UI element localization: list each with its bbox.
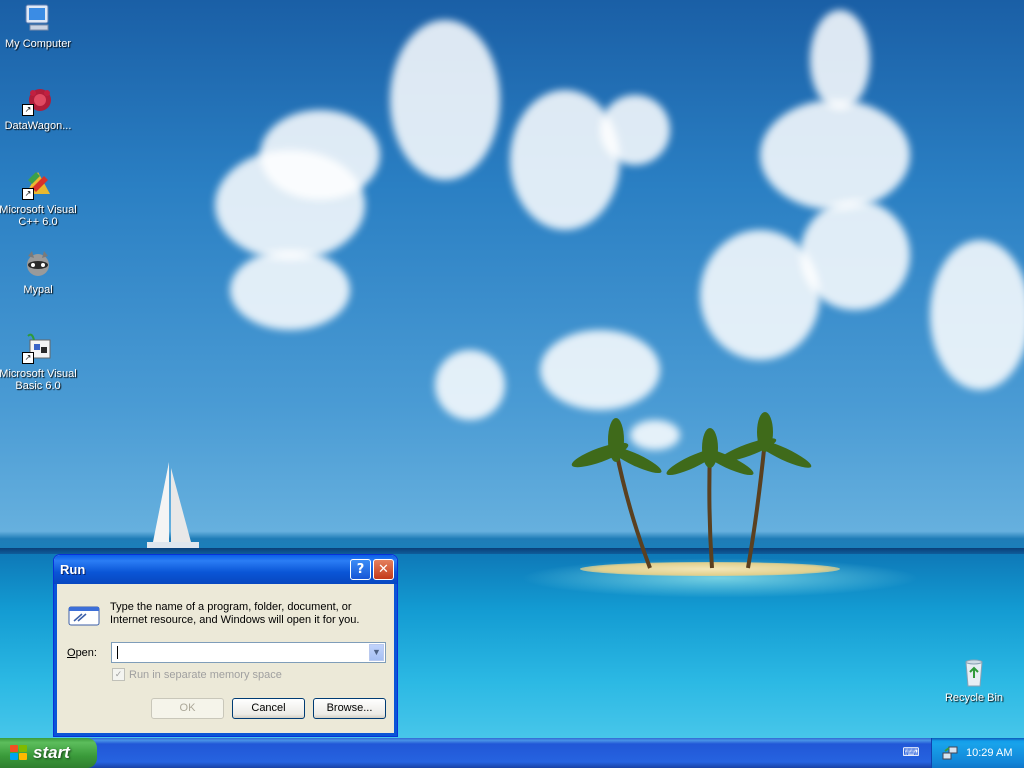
desktop-icon-mypal[interactable]: Mypal (0, 248, 78, 296)
palm-trees (571, 412, 812, 569)
open-label-accesskey: O (67, 647, 76, 659)
cloud (390, 20, 500, 180)
open-label-text: pen: (75, 647, 97, 659)
desktop-icon-my-computer[interactable]: My Computer (0, 2, 78, 50)
open-label: Open: (67, 647, 97, 659)
browse-button[interactable]: Browse... (313, 698, 386, 719)
desktop-icon-visual-basic[interactable]: ↗ Microsoft Visual Basic 6.0 (0, 332, 78, 392)
mypal-raccoon-icon (22, 248, 54, 280)
help-icon: ? (356, 562, 365, 577)
text-caret (117, 646, 118, 659)
network-tray-icon[interactable] (942, 745, 958, 761)
desktop-icon-label: Mypal (23, 284, 53, 296)
clock[interactable]: 10:29 AM (966, 738, 1012, 768)
cancel-button[interactable]: Cancel (232, 698, 305, 719)
cloud (540, 330, 660, 410)
start-label: start (33, 743, 70, 762)
shortcut-arrow-icon: ↗ (22, 104, 34, 116)
cloud (760, 100, 910, 210)
visual-cpp-icon: ↗ (22, 168, 54, 200)
checkbox-label: Run in separate memory space (129, 668, 282, 681)
cloud (800, 200, 910, 310)
run-description: Type the name of a program, folder, docu… (110, 601, 360, 626)
desktop-icon-visual-cpp[interactable]: ↗ Microsoft Visual C++ 6.0 (0, 168, 78, 228)
cloud (230, 250, 350, 330)
close-button[interactable]: ✕ (373, 559, 394, 580)
windows-logo-icon (10, 745, 28, 761)
my-computer-icon (22, 2, 54, 34)
shortcut-arrow-icon: ↗ (22, 188, 34, 200)
desktop-icon-datawagon[interactable]: ↗ DataWagon... (0, 84, 78, 132)
system-tray: 10:29 AM (931, 738, 1024, 768)
cloud (510, 90, 620, 230)
recycle-bin-icon (958, 656, 990, 688)
run-dialog-title: Run (60, 562, 86, 577)
run-dialog-title-bar[interactable]: Run ? ✕ (54, 555, 397, 584)
open-input[interactable] (112, 643, 370, 662)
desktop-icon-label-line2: Basic 6.0 (15, 380, 61, 392)
sailboat (147, 462, 199, 548)
visual-basic-icon: ↗ (22, 332, 54, 364)
run-dialog-body: Type the name of a program, folder, docu… (54, 584, 397, 736)
desktop-icon-label: DataWagon... (4, 120, 72, 132)
chevron-down-icon: ▼ (372, 647, 381, 657)
desktop-icon-label: Recycle Bin (944, 692, 1004, 704)
desktop-icon-recycle-bin[interactable]: Recycle Bin (934, 656, 1014, 704)
cloud (435, 350, 505, 420)
desktop-icon-label: My Computer (4, 38, 72, 50)
desktop-icon-label-line1: Microsoft Visual (0, 204, 77, 216)
close-icon: ✕ (378, 562, 389, 577)
ok-button[interactable]: OK (151, 698, 224, 719)
run-separate-memory-checkbox[interactable]: ✓ Run in separate memory space (112, 668, 282, 681)
open-combobox[interactable]: ▼ (111, 642, 386, 663)
desktop-icon-label-line1: Microsoft Visual (0, 368, 77, 380)
help-button[interactable]: ? (350, 559, 371, 580)
taskbar: start ⌨ 10:29 AM (0, 738, 1024, 768)
checkbox-check-icon: ✓ (112, 668, 125, 681)
desktop-icon-label-line2: C++ 6.0 (18, 216, 58, 228)
dropdown-arrow-button[interactable]: ▼ (369, 644, 384, 661)
start-button[interactable]: start (0, 738, 97, 768)
run-program-icon (68, 604, 100, 626)
cloud (600, 95, 670, 165)
cloud (930, 240, 1024, 390)
cloud (810, 10, 870, 110)
keyboard-language-icon[interactable]: ⌨ (902, 745, 920, 759)
run-dialog: Run ? ✕ Type the name of a program, fold… (53, 554, 398, 737)
cloud (260, 110, 380, 200)
datawagon-icon: ↗ (22, 84, 54, 116)
shortcut-arrow-icon: ↗ (22, 352, 34, 364)
